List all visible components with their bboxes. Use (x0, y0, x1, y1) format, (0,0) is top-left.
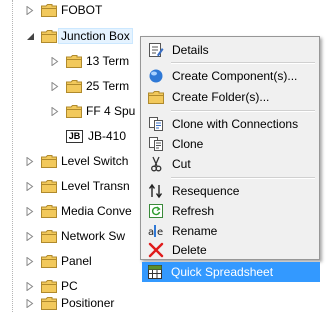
tree-node-network-switch[interactable]: Network Sw (25, 227, 125, 245)
tree-node-jb-410[interactable]: JB JB-410 (66, 127, 126, 145)
folder-icon (41, 296, 57, 310)
menu-item-quick-spreadsheet[interactable]: Quick Spreadsheet (142, 262, 320, 282)
tree-node-panel[interactable]: Panel (25, 252, 92, 270)
tree-node-label: FF 4 Spu (86, 104, 136, 118)
tree-node-label: Network Sw (61, 229, 126, 243)
tree-node-level-transmitter[interactable]: Level Transn (25, 177, 130, 195)
tree-node-label: Level Transn (61, 179, 130, 193)
tree-node-label: PC (61, 279, 78, 293)
menu-item-delete[interactable]: Delete (143, 240, 317, 260)
folder-icon (66, 54, 82, 68)
expand-arrow-icon[interactable] (25, 256, 35, 266)
folder-icon (41, 179, 57, 193)
jb-badge-icon: JB (66, 129, 83, 143)
menu-item-clone-with-connections[interactable]: Clone with Connections (143, 114, 317, 134)
tree-node-label: Positioner (61, 296, 115, 310)
tree-node-media-converter[interactable]: Media Conve (25, 202, 132, 220)
tree-node-label: Level Switch (61, 154, 129, 168)
clone-icon (148, 136, 164, 152)
menu-item-create-components[interactable]: Create Component(s)... (143, 66, 317, 86)
expand-arrow-icon[interactable] (25, 181, 35, 191)
tree-node-ff-4-spu[interactable]: FF 4 Spu (50, 102, 135, 120)
scissors-icon (148, 156, 164, 172)
tree-node-label: Panel (61, 254, 92, 268)
tree-node-pc[interactable]: PC (25, 277, 78, 295)
details-icon (148, 42, 164, 58)
menu-item-details[interactable]: Details (143, 40, 317, 60)
folder-open-icon (41, 29, 57, 43)
folder-icon (66, 104, 82, 118)
clone-with-connections-icon (148, 116, 164, 132)
expand-arrow-icon[interactable] (50, 56, 60, 66)
folder-icon (41, 3, 57, 17)
refresh-icon (148, 203, 164, 219)
menu-separator (171, 177, 315, 179)
expand-arrow-icon[interactable] (25, 156, 35, 166)
collapse-arrow-icon[interactable] (25, 31, 35, 41)
spreadsheet-icon (147, 264, 163, 280)
tree-node-fobot[interactable]: FOBOT (25, 1, 102, 19)
resequence-icon (148, 183, 164, 199)
menu-item-create-folders[interactable]: Create Folder(s)... (143, 87, 317, 107)
folder-icon (41, 229, 57, 243)
rename-icon: ae (148, 223, 164, 239)
tree-node-label: FOBOT (61, 3, 103, 17)
create-folder-icon (148, 89, 164, 105)
expand-arrow-icon[interactable] (50, 106, 60, 116)
expand-arrow-icon[interactable] (25, 281, 35, 291)
context-menu: Details Create Component(s)... Create Fo… (140, 36, 320, 260)
menu-item-cut[interactable]: Cut (143, 154, 317, 174)
folder-icon (41, 154, 57, 168)
folder-icon (41, 279, 57, 293)
tree-node-25-term[interactable]: 25 Term (50, 77, 129, 95)
tree-node-label: JB-410 (88, 129, 127, 143)
svg-text:a: a (148, 227, 154, 238)
folder-icon (66, 79, 82, 93)
tree-node-level-switch[interactable]: Level Switch (25, 152, 128, 170)
expand-arrow-icon[interactable] (50, 81, 60, 91)
tree-node-13-term[interactable]: 13 Term (50, 52, 129, 70)
folder-icon (41, 204, 57, 218)
tree-node-positioner[interactable]: Positioner (25, 294, 114, 312)
tree-guide-line (12, 0, 13, 312)
folder-icon (41, 254, 57, 268)
tree-node-label: Media Conve (61, 204, 132, 218)
tree-node-label: Junction Box (58, 28, 133, 44)
tree-node-junction-box[interactable]: Junction Box (25, 27, 133, 45)
expand-arrow-icon[interactable] (25, 298, 35, 308)
expand-arrow-icon[interactable] (25, 231, 35, 241)
menu-item-refresh[interactable]: Refresh (143, 201, 317, 221)
tree-node-label: 13 Term (86, 54, 130, 68)
delete-icon (148, 242, 164, 258)
tree-node-label: 25 Term (86, 79, 130, 93)
menu-separator (171, 110, 315, 112)
menu-item-rename[interactable]: ae Rename (143, 221, 317, 241)
menu-item-resequence[interactable]: Resequence (143, 181, 317, 201)
create-component-icon (148, 68, 164, 84)
expand-arrow-icon[interactable] (25, 206, 35, 216)
menu-item-clone[interactable]: Clone (143, 134, 317, 154)
menu-separator (171, 62, 315, 64)
svg-text:e: e (157, 227, 163, 238)
expand-arrow-icon[interactable] (25, 5, 35, 15)
